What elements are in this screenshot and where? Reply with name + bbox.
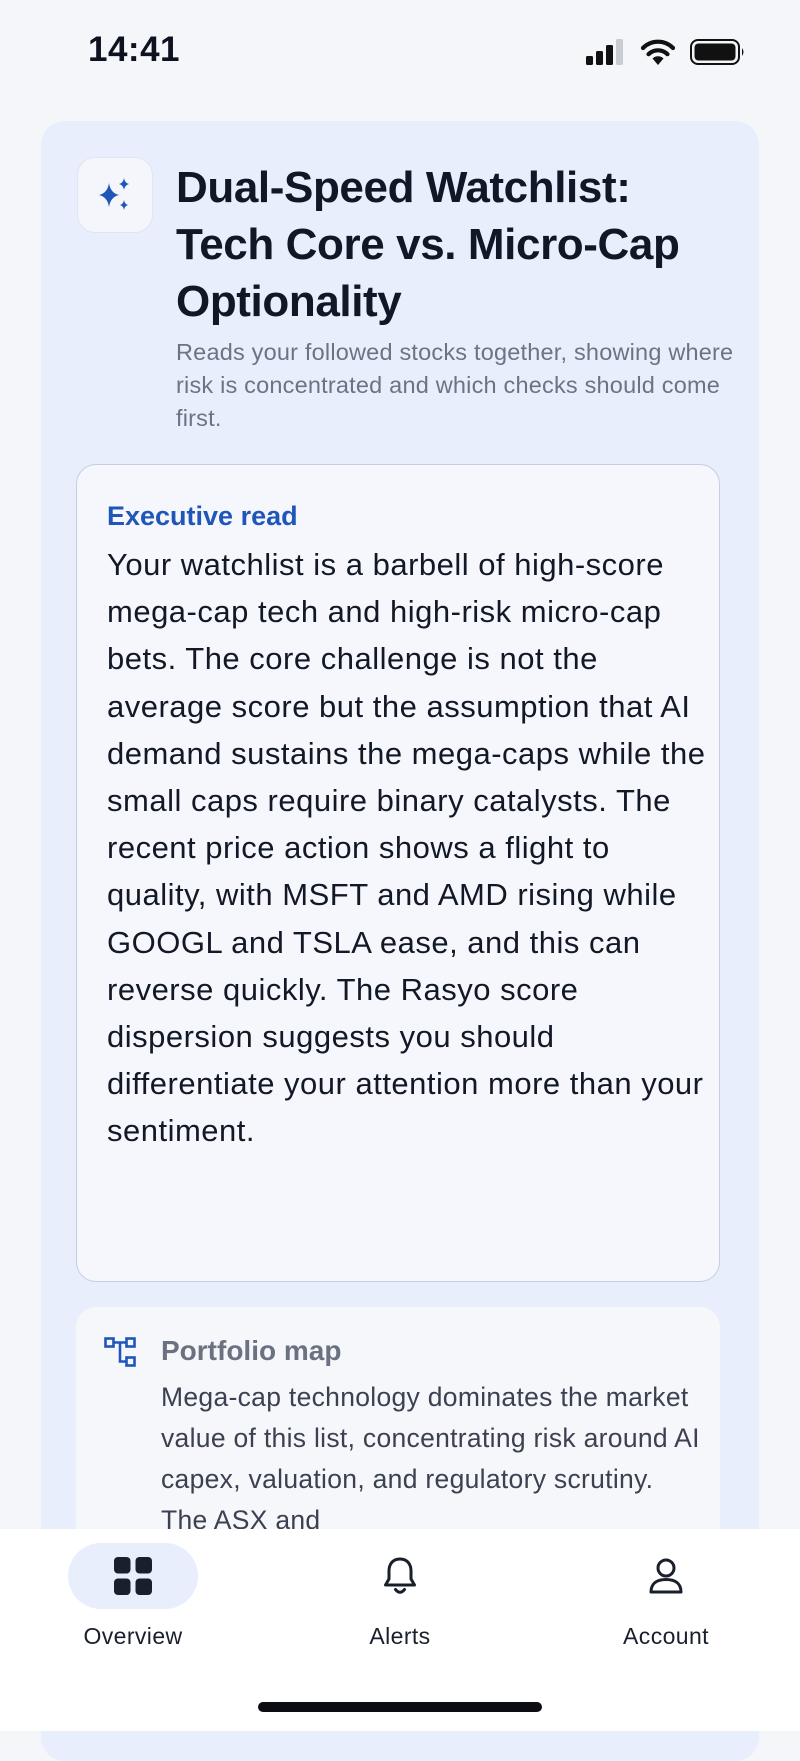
executive-read-card: Executive read Your watchlist is a barbe… [76,464,720,1282]
status-icons [586,38,746,65]
executive-read-heading: Executive read [107,501,298,531]
tab-account-icon-wrap [601,1543,731,1609]
watchlist-summary-card: Dual-Speed Watchlist: Tech Core vs. Micr… [41,121,759,1761]
cellular-signal-icon [586,38,623,65]
page-title: Dual-Speed Watchlist: Tech Core vs. Micr… [176,163,680,326]
battery-icon [690,38,744,65]
tab-overview-label: Overview [83,1623,183,1649]
tab-alerts-icon-wrap [335,1543,465,1609]
sparkle-icon [99,178,129,210]
hierarchy-icon [104,1337,136,1367]
status-time: 14:41 [88,30,181,69]
portfolio-map-heading: Portfolio map [161,1335,342,1366]
tab-alerts-label: Alerts [369,1623,431,1649]
person-icon [649,1558,683,1594]
executive-read-body: Your watchlist is a barbell of high-scor… [107,547,706,1149]
portfolio-map-body: Mega-cap technology dominates the market… [161,1382,700,1535]
grid-icon [114,1557,152,1595]
tab-account[interactable]: Account [566,1543,766,1650]
bell-icon [384,1557,416,1594]
tab-overview[interactable]: Overview [33,1543,233,1650]
tab-account-label: Account [623,1623,709,1649]
status-bar: 14:41 [0,0,800,110]
tab-bar: Overview Alerts Account [0,1529,800,1731]
tab-alerts[interactable]: Alerts [300,1543,500,1650]
wifi-icon [640,39,676,65]
tab-overview-highlight [68,1543,198,1609]
sparkle-icon-tile [77,157,153,233]
page-subtitle: Reads your followed stocks together, sho… [176,339,734,431]
home-indicator [258,1702,542,1712]
